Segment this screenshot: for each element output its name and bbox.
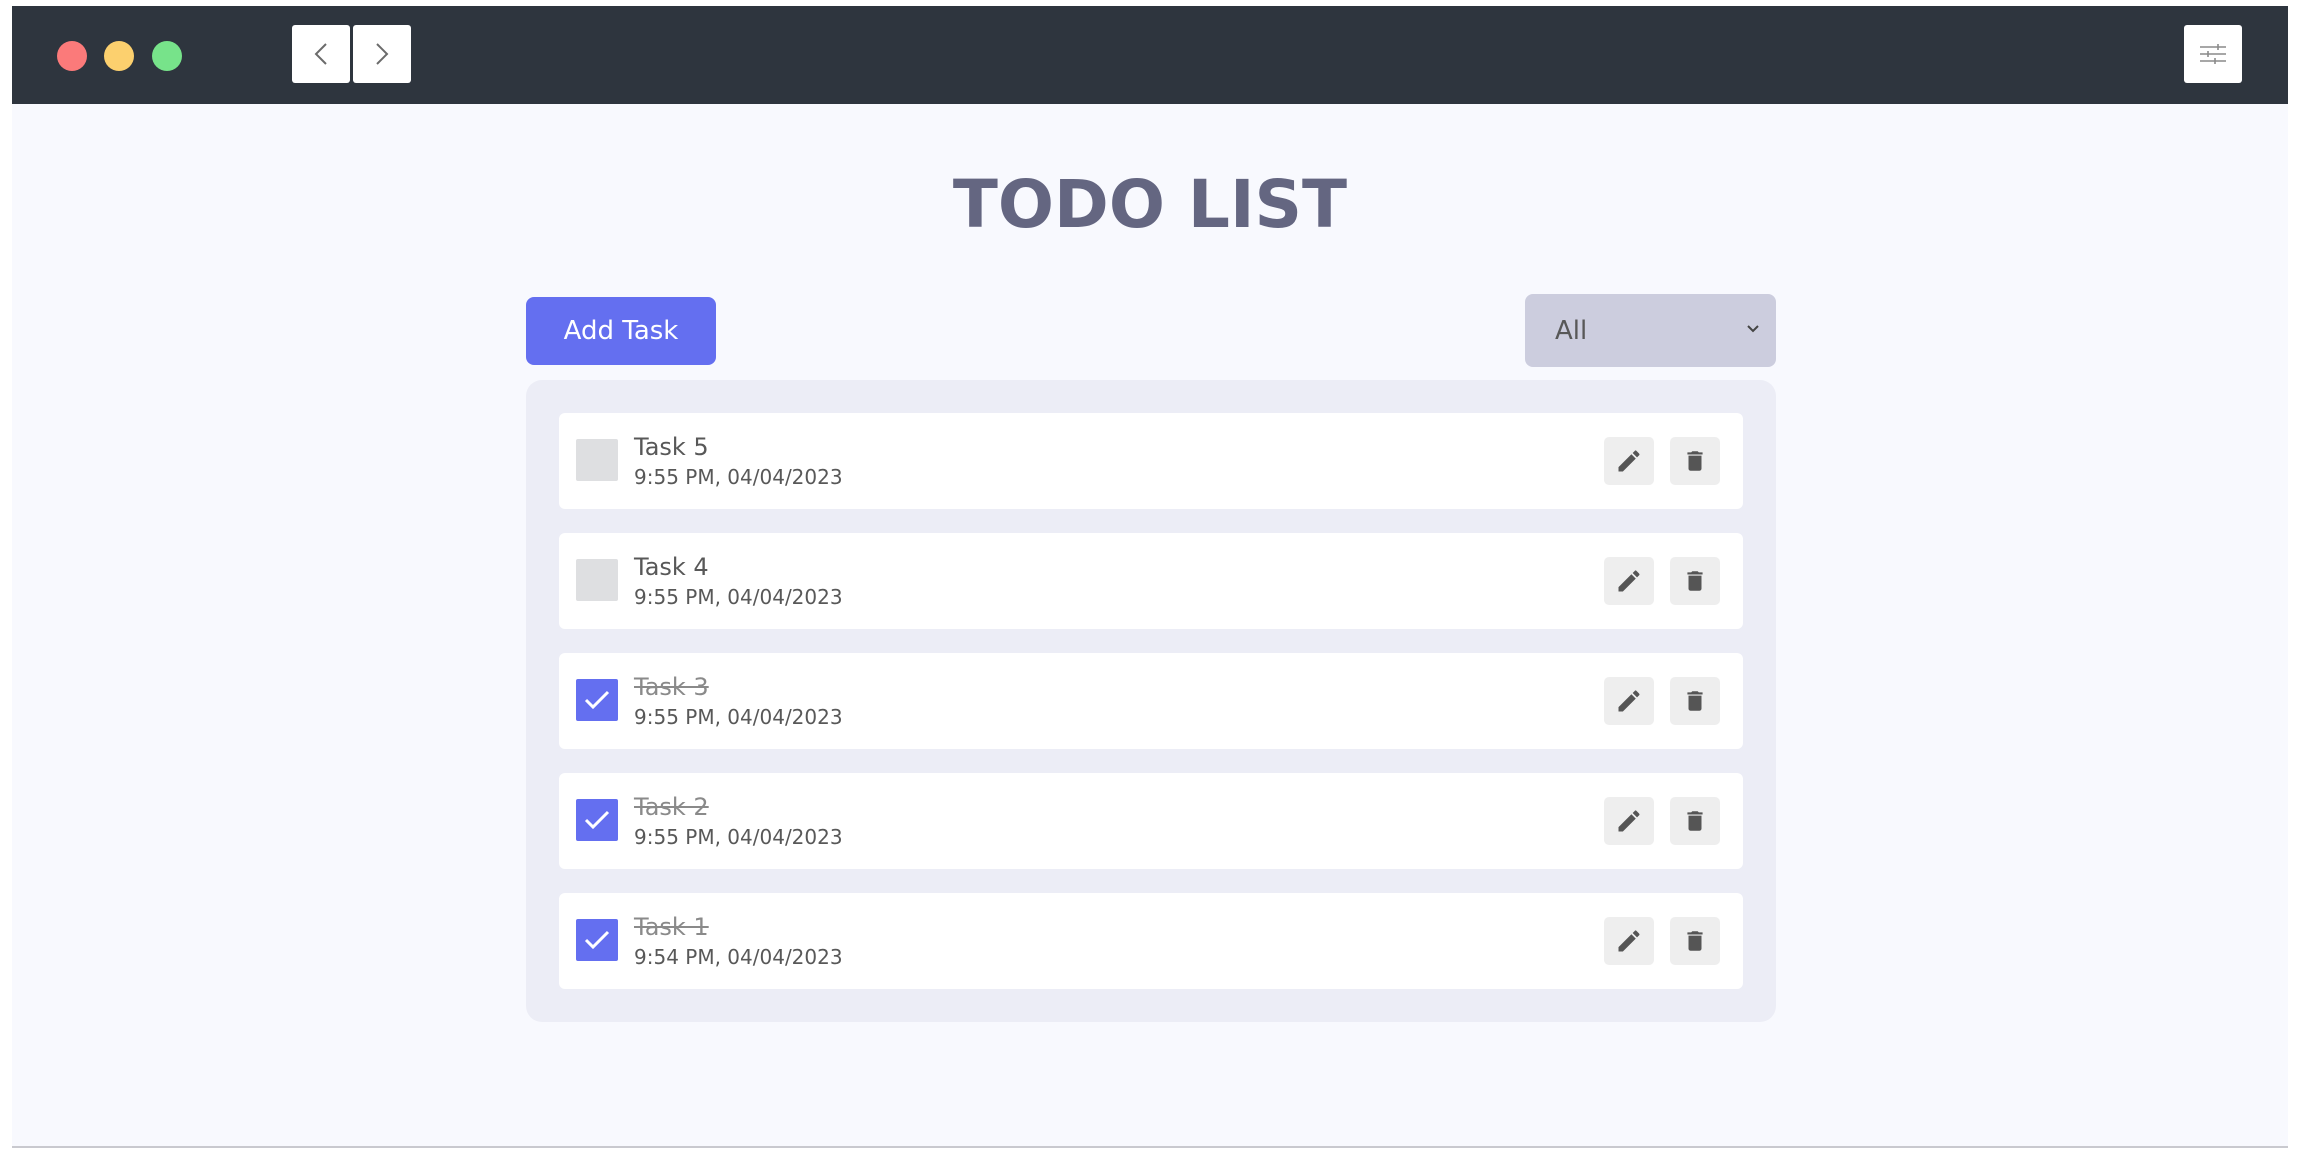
back-button[interactable] — [292, 25, 350, 83]
chevron-down-icon — [1747, 325, 1759, 333]
task-checkbox[interactable] — [576, 919, 618, 961]
delete-task-button[interactable] — [1670, 797, 1720, 845]
task-time: 9:55 PM, 04/04/2023 — [634, 585, 843, 609]
add-task-button[interactable]: Add Task — [526, 297, 716, 365]
edit-task-button[interactable] — [1604, 437, 1654, 485]
trash-icon — [1687, 691, 1703, 711]
checkmark-icon — [584, 690, 610, 710]
task-item: Task 1 9:54 PM, 04/04/2023 — [559, 893, 1743, 989]
task-time: 9:55 PM, 04/04/2023 — [634, 705, 843, 729]
checkmark-icon — [584, 810, 610, 830]
task-item: Task 4 9:55 PM, 04/04/2023 — [559, 533, 1743, 629]
task-item: Task 5 9:55 PM, 04/04/2023 — [559, 413, 1743, 509]
chevron-right-icon — [376, 43, 389, 65]
checkmark-icon — [584, 930, 610, 950]
title-bar — [12, 6, 2288, 104]
trash-icon — [1687, 451, 1703, 471]
task-checkbox[interactable] — [576, 679, 618, 721]
task-checkbox[interactable] — [576, 799, 618, 841]
trash-icon — [1687, 811, 1703, 831]
delete-task-button[interactable] — [1670, 437, 1720, 485]
task-item: Task 2 9:55 PM, 04/04/2023 — [559, 773, 1743, 869]
sliders-icon — [2200, 44, 2226, 64]
task-item: Task 3 9:55 PM, 04/04/2023 — [559, 653, 1743, 749]
minimize-window-button[interactable] — [104, 41, 134, 71]
status-filter-select[interactable]: All — [1525, 294, 1776, 367]
trash-icon — [1687, 931, 1703, 951]
task-checkbox[interactable] — [576, 559, 618, 601]
chevron-left-icon — [314, 43, 327, 65]
pencil-icon — [1618, 570, 1640, 592]
task-time: 9:55 PM, 04/04/2023 — [634, 465, 843, 489]
pencil-icon — [1618, 810, 1640, 832]
task-list: Task 5 9:55 PM, 04/04/2023 Task 4 9:55 P… — [526, 380, 1776, 1022]
task-name: Task 3 — [634, 673, 709, 701]
task-name: Task 4 — [634, 553, 709, 581]
pencil-icon — [1618, 690, 1640, 712]
settings-button[interactable] — [2184, 25, 2242, 83]
trash-icon — [1687, 571, 1703, 591]
task-time: 9:54 PM, 04/04/2023 — [634, 945, 843, 969]
task-name: Task 1 — [634, 913, 709, 941]
edit-task-button[interactable] — [1604, 917, 1654, 965]
pencil-icon — [1618, 450, 1640, 472]
delete-task-button[interactable] — [1670, 917, 1720, 965]
delete-task-button[interactable] — [1670, 677, 1720, 725]
edit-task-button[interactable] — [1604, 557, 1654, 605]
task-name: Task 2 — [634, 793, 709, 821]
close-window-button[interactable] — [57, 41, 87, 71]
task-name: Task 5 — [634, 433, 709, 461]
maximize-window-button[interactable] — [152, 41, 182, 71]
task-time: 9:55 PM, 04/04/2023 — [634, 825, 843, 849]
pencil-icon — [1618, 930, 1640, 952]
edit-task-button[interactable] — [1604, 797, 1654, 845]
delete-task-button[interactable] — [1670, 557, 1720, 605]
filter-selected-value: All — [1555, 315, 1588, 346]
forward-button[interactable] — [353, 25, 411, 83]
browser-window: TODO LIST Add Task All Task 5 9:55 PM, 0… — [12, 6, 2288, 1148]
page-title: TODO LIST — [952, 166, 1348, 243]
edit-task-button[interactable] — [1604, 677, 1654, 725]
task-checkbox[interactable] — [576, 439, 618, 481]
